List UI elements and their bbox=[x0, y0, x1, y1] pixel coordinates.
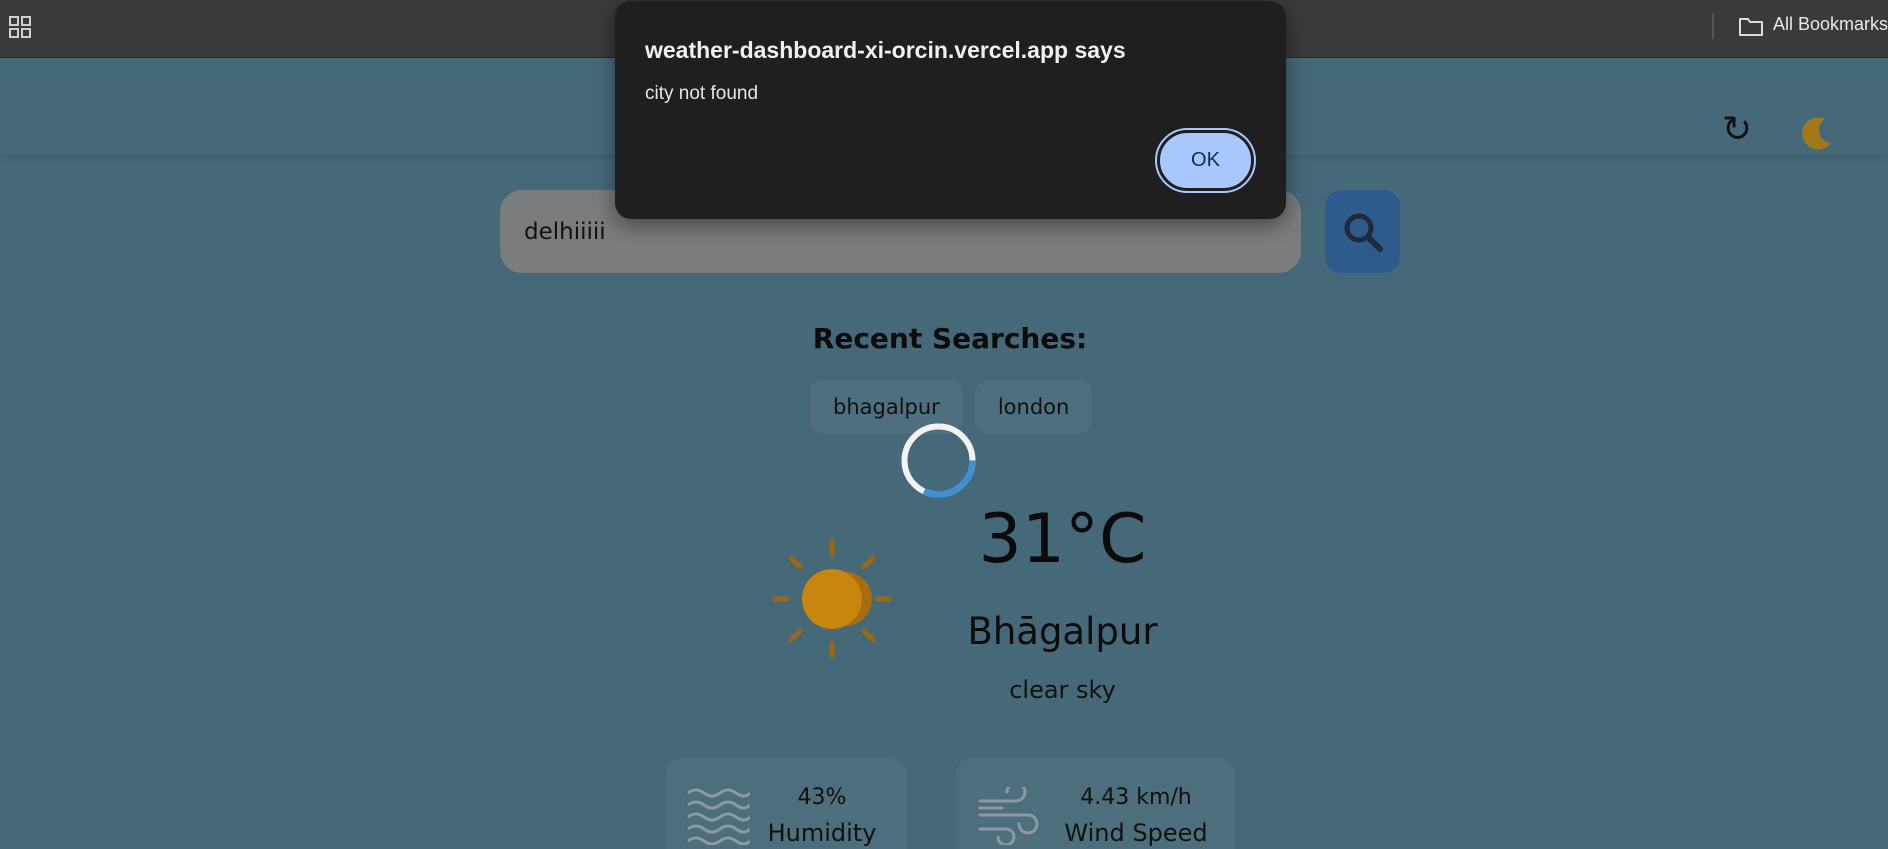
apps-grid-icon[interactable] bbox=[9, 16, 31, 38]
search-icon bbox=[1344, 213, 1383, 252]
alert-message: city not found bbox=[645, 83, 759, 104]
weather-description: clear sky bbox=[1009, 676, 1116, 704]
bookmarks-divider bbox=[1712, 13, 1714, 39]
alert-dialog: weather-dashboard-xi-orcin.vercel.app sa… bbox=[615, 1, 1286, 219]
recent-searches-title: Recent Searches: bbox=[812, 322, 1088, 355]
wind-speed-value: 4.43 km/h bbox=[1080, 785, 1192, 810]
temperature: 31°C bbox=[978, 500, 1147, 579]
city-name: Bhāgalpur bbox=[967, 610, 1158, 653]
search-button[interactable] bbox=[1325, 190, 1400, 273]
recent-search-item[interactable]: london bbox=[974, 380, 1093, 434]
humidity-value: 43% bbox=[797, 785, 847, 810]
all-bookmarks-link[interactable]: All Bookmarks bbox=[1773, 14, 1888, 35]
wind-speed-label: Wind Speed bbox=[1064, 819, 1208, 847]
humidity-card: 43% Humidity bbox=[666, 757, 907, 849]
humidity-label: Humidity bbox=[767, 819, 877, 847]
ok-button[interactable]: OK bbox=[1155, 128, 1256, 193]
waves-icon bbox=[687, 788, 750, 845]
wind-icon bbox=[978, 787, 1039, 845]
refresh-icon[interactable]: ↻ bbox=[1722, 112, 1752, 148]
folder-icon[interactable] bbox=[1738, 15, 1764, 37]
wind-card: 4.43 km/h Wind Speed bbox=[956, 757, 1235, 849]
moon-icon[interactable] bbox=[1795, 115, 1835, 155]
sun-icon bbox=[772, 539, 892, 659]
alert-title: weather-dashboard-xi-orcin.vercel.app sa… bbox=[645, 37, 1126, 63]
loading-spinner bbox=[901, 423, 976, 498]
